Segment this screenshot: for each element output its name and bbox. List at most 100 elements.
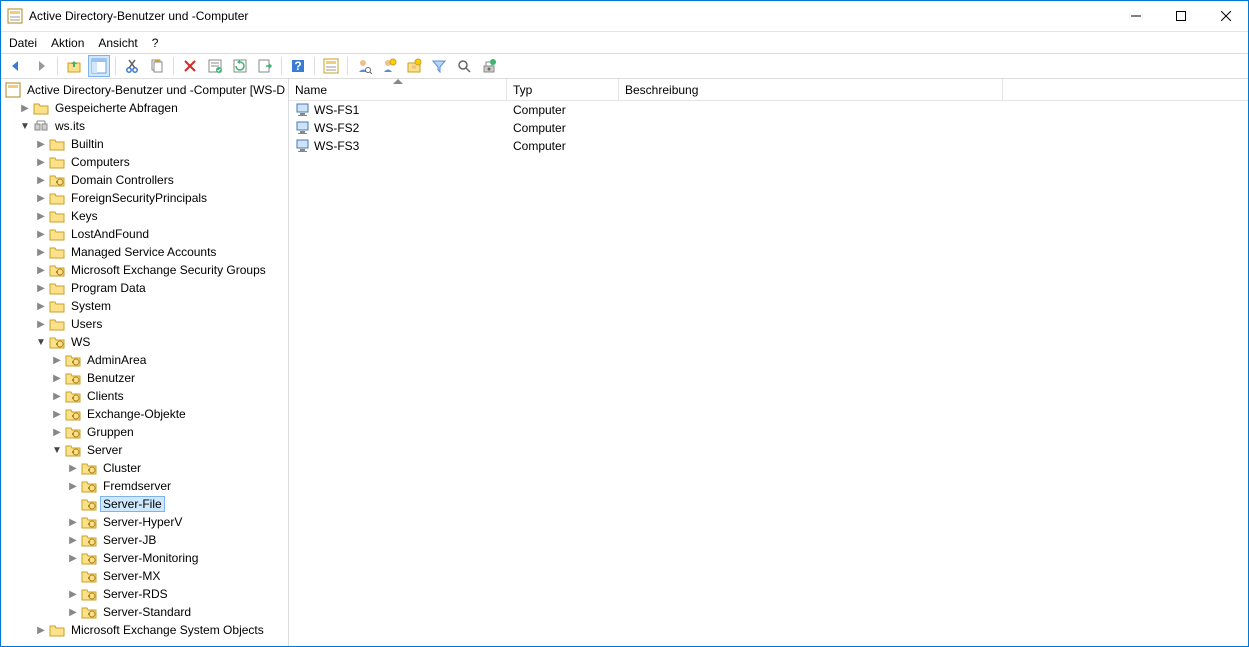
tree-server[interactable]: ▼Server (1, 441, 288, 459)
menu-help[interactable]: ? (152, 36, 159, 50)
window-title: Active Directory-Benutzer und -Computer (29, 9, 1113, 23)
menu-view[interactable]: Ansicht (98, 36, 137, 50)
chevron-right-icon[interactable]: ▶ (67, 552, 79, 564)
chevron-right-icon[interactable]: ▶ (67, 606, 79, 618)
chevron-right-icon[interactable]: ▶ (35, 210, 47, 222)
tree-users[interactable]: ▶Users (1, 315, 288, 333)
chevron-right-icon[interactable]: ▶ (35, 282, 47, 294)
chevron-right-icon[interactable]: ▶ (35, 228, 47, 240)
tree-system[interactable]: ▶System (1, 297, 288, 315)
back-button[interactable] (5, 55, 27, 77)
close-button[interactable] (1203, 1, 1248, 31)
tree-computers[interactable]: ▶Computers (1, 153, 288, 171)
tree-exch-obj[interactable]: ▶Exchange-Objekte (1, 405, 288, 423)
cell-name-text: WS-FS3 (314, 139, 359, 153)
list-row[interactable]: WS-FS1Computer (289, 101, 1248, 119)
tree-server-file[interactable]: Server-File (1, 495, 288, 513)
tree-saved-queries[interactable]: ▶ Gespeicherte Abfragen (1, 99, 288, 117)
chevron-right-icon[interactable]: ▶ (35, 156, 47, 168)
copy-button[interactable] (146, 55, 168, 77)
tree-lost-found[interactable]: ▶LostAndFound (1, 225, 288, 243)
tree-clients[interactable]: ▶Clients (1, 387, 288, 405)
chevron-right-icon[interactable]: ▶ (35, 246, 47, 258)
chevron-right-icon[interactable]: ▶ (35, 174, 47, 186)
cut-button[interactable] (121, 55, 143, 77)
export-button[interactable] (254, 55, 276, 77)
tree-foreign-sec[interactable]: ▶ForeignSecurityPrincipals (1, 189, 288, 207)
chevron-right-icon[interactable]: ▶ (35, 318, 47, 330)
tree-domain-controllers[interactable]: ▶Domain Controllers (1, 171, 288, 189)
tree-exch-sys[interactable]: ▶Microsoft Exchange System Objects (1, 621, 288, 639)
folder-icon (49, 316, 65, 332)
add-to-group-button[interactable] (403, 55, 425, 77)
ou-icon (81, 604, 97, 620)
chevron-right-icon[interactable]: ▶ (19, 102, 31, 114)
list-row[interactable]: WS-FS2Computer (289, 119, 1248, 137)
tree-exch-sec[interactable]: ▶Microsoft Exchange Security Groups (1, 261, 288, 279)
refresh-button[interactable] (229, 55, 251, 77)
list-row[interactable]: WS-FS3Computer (289, 137, 1248, 155)
chevron-right-icon[interactable]: ▶ (35, 192, 47, 204)
menu-action[interactable]: Aktion (51, 36, 84, 50)
delete-button[interactable] (179, 55, 201, 77)
tree-panel[interactable]: Active Directory-Benutzer und -Computer … (1, 79, 289, 646)
chevron-down-icon[interactable]: ▼ (35, 336, 47, 348)
tree-benutzer[interactable]: ▶Benutzer (1, 369, 288, 387)
tree-server-standard[interactable]: ▶Server-Standard (1, 603, 288, 621)
chevron-down-icon[interactable]: ▼ (51, 444, 63, 456)
maximize-button[interactable] (1158, 1, 1203, 31)
tree-fremdserver[interactable]: ▶Fremdserver (1, 477, 288, 495)
chevron-right-icon[interactable]: ▶ (51, 390, 63, 402)
add-user-button[interactable] (378, 55, 400, 77)
col-desc[interactable]: Beschreibung (619, 79, 1003, 100)
tree-builtin[interactable]: ▶Builtin (1, 135, 288, 153)
tree-msa[interactable]: ▶Managed Service Accounts (1, 243, 288, 261)
chevron-right-icon[interactable]: ▶ (67, 534, 79, 546)
find-button[interactable] (453, 55, 475, 77)
properties-button[interactable] (204, 55, 226, 77)
filter-button[interactable] (428, 55, 450, 77)
chevron-right-icon[interactable]: ▶ (35, 138, 47, 150)
list-body[interactable]: WS-FS1ComputerWS-FS2ComputerWS-FS3Comput… (289, 101, 1248, 646)
tree-server-rds[interactable]: ▶Server-RDS (1, 585, 288, 603)
raise-dfl-button[interactable] (478, 55, 500, 77)
chevron-right-icon[interactable]: ▶ (35, 264, 47, 276)
col-spacer (1003, 79, 1248, 100)
ou-icon (81, 496, 97, 512)
up-folder-button[interactable] (63, 55, 85, 77)
chevron-right-icon[interactable]: ▶ (67, 462, 79, 474)
minimize-button[interactable] (1113, 1, 1158, 31)
menu-file[interactable]: Datei (9, 36, 37, 50)
chevron-right-icon[interactable]: ▶ (67, 480, 79, 492)
chevron-right-icon[interactable]: ▶ (51, 372, 63, 384)
show-tree-button[interactable] (88, 55, 110, 77)
find-user-button[interactable] (353, 55, 375, 77)
tree-domain[interactable]: ▼ ws.its (1, 117, 288, 135)
tree-server-jb[interactable]: ▶Server-JB (1, 531, 288, 549)
tree-cluster[interactable]: ▶Cluster (1, 459, 288, 477)
ou-icon (49, 262, 65, 278)
container-button[interactable] (320, 55, 342, 77)
chevron-down-icon[interactable]: ▼ (19, 120, 31, 132)
chevron-right-icon[interactable]: ▶ (67, 516, 79, 528)
chevron-right-icon[interactable]: ▶ (35, 624, 47, 636)
tree-root[interactable]: Active Directory-Benutzer und -Computer … (1, 81, 288, 99)
col-type[interactable]: Typ (507, 79, 619, 100)
help-button[interactable]: ? (287, 55, 309, 77)
folder-icon (49, 208, 65, 224)
tree-keys[interactable]: ▶Keys (1, 207, 288, 225)
forward-button[interactable] (30, 55, 52, 77)
chevron-right-icon[interactable]: ▶ (51, 354, 63, 366)
tree-admin-area[interactable]: ▶AdminArea (1, 351, 288, 369)
tree-gruppen[interactable]: ▶Gruppen (1, 423, 288, 441)
chevron-right-icon[interactable]: ▶ (35, 300, 47, 312)
tree-server-mx[interactable]: Server-MX (1, 567, 288, 585)
tree-ws[interactable]: ▼WS (1, 333, 288, 351)
chevron-right-icon[interactable]: ▶ (51, 408, 63, 420)
tree-server-hyperv[interactable]: ▶Server-HyperV (1, 513, 288, 531)
chevron-right-icon[interactable]: ▶ (51, 426, 63, 438)
chevron-right-icon[interactable]: ▶ (67, 588, 79, 600)
tree-program-data[interactable]: ▶Program Data (1, 279, 288, 297)
col-name[interactable]: Name (289, 79, 507, 100)
tree-server-monitoring[interactable]: ▶Server-Monitoring (1, 549, 288, 567)
